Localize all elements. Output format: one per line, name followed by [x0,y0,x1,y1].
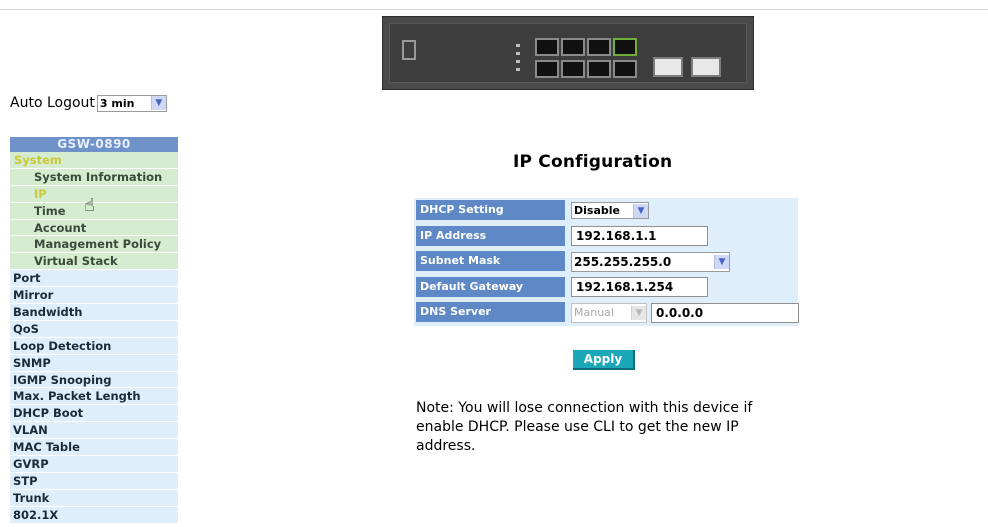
default-gateway-input[interactable]: 192.168.1.254 [571,277,708,297]
device-panel-face [389,23,747,83]
sidebar-item-max-packet-length[interactable]: Max. Packet Length [10,388,178,406]
dns-server-label: DNS Server [416,302,565,322]
sidebar-title: GSW-0890 [10,137,178,152]
sidebar-item-qos[interactable]: QoS [10,320,178,338]
chevron-down-icon: ▼ [631,305,646,320]
sidebar-item-vlan[interactable]: VLAN [10,422,178,440]
auto-logout-label: Auto Logout [10,95,95,111]
sidebar-item-stp[interactable]: STP [10,472,178,490]
apply-button[interactable]: Apply [573,350,635,370]
sidebar: GSW-0890 System System Information IP Ti… [10,137,178,524]
dns-mode-value: Manual [574,306,614,319]
page-title: IP Configuration [513,152,673,172]
sidebar-item-gvrp[interactable]: GVRP [10,456,178,473]
top-divider [0,9,988,10]
dns-server-row: DNS Server Manual ▼ 0.0.0.0 [414,300,799,326]
sidebar-item-mac-table[interactable]: MAC Table [10,439,178,457]
sidebar-item-dhcp-boot[interactable]: DHCP Boot [10,405,178,423]
subnet-mask-label: Subnet Mask [416,251,565,271]
ethernet-port-icon [587,60,611,78]
sfp-port-icon [691,57,721,77]
subnet-mask-row: Subnet Mask 255.255.255.0 ▼ [414,249,798,275]
dhcp-setting-select[interactable]: Disable ▼ [571,202,649,219]
sidebar-item-system-information[interactable]: System Information [10,168,178,186]
default-gateway-row: Default Gateway 192.168.1.254 [414,275,798,301]
ethernet-port-icon [587,38,611,56]
sidebar-item-loop-detection[interactable]: Loop Detection [10,337,178,355]
hand-pointer-icon: ☝ [84,195,95,216]
sfp-port-icon [653,57,683,77]
chevron-down-icon: ▼ [714,254,729,269]
note-text: Note: You will lose connection with this… [416,400,753,454]
sidebar-item-management-policy[interactable]: Management Policy [10,236,178,254]
ip-address-row: IP Address 192.168.1.1 [414,224,798,250]
auto-logout-select[interactable]: 3 min ▼ [96,94,167,112]
default-gateway-label: Default Gateway [416,276,565,297]
ethernet-port-icon [561,60,585,78]
sidebar-item-snmp[interactable]: SNMP [10,354,178,372]
dhcp-setting-row: DHCP Setting Disable ▼ [414,198,798,224]
dns-mode-select[interactable]: Manual ▼ [571,302,647,323]
sidebar-item-trunk[interactable]: Trunk [10,489,178,507]
subnet-mask-select[interactable]: 255.255.255.0 ▼ [571,251,730,272]
ip-address-input[interactable]: 192.168.1.1 [571,226,708,246]
sidebar-item-802-1x[interactable]: 802.1X [10,506,178,524]
sidebar-item-igmp-snooping[interactable]: IGMP Snooping [10,371,178,389]
sidebar-item-bandwidth[interactable]: Bandwidth [10,304,178,321]
dns-server-input[interactable]: 0.0.0.0 [651,302,799,323]
ethernet-port-icon [535,60,559,78]
auto-logout-value: 3 min [99,96,135,110]
sidebar-item-port[interactable]: Port [10,270,178,288]
ethernet-port-icon [561,38,585,56]
sidebar-item-account[interactable]: Account [10,219,178,237]
chevron-down-icon: ▼ [150,96,166,110]
led-indicators [516,44,520,74]
auto-logout: Auto Logout 3 min ▼ [10,92,167,114]
sidebar-item-mirror[interactable]: Mirror [10,287,178,305]
ethernet-port-icon [613,38,637,56]
device-panel-image [382,16,754,90]
sidebar-item-system[interactable]: System [10,152,178,169]
chevron-down-icon: ▼ [633,203,648,218]
ethernet-port-icon [613,60,637,78]
dhcp-setting-value: Disable [574,204,620,217]
brand-logo-icon [402,40,416,60]
subnet-mask-value: 255.255.255.0 [574,254,672,269]
sidebar-item-virtual-stack[interactable]: Virtual Stack [10,253,178,271]
ethernet-port-icon [535,38,559,56]
dhcp-setting-label: DHCP Setting [416,200,565,220]
ip-config-table: DHCP Setting Disable ▼ IP Address 192.16… [414,198,799,326]
ip-address-label: IP Address [416,225,565,246]
